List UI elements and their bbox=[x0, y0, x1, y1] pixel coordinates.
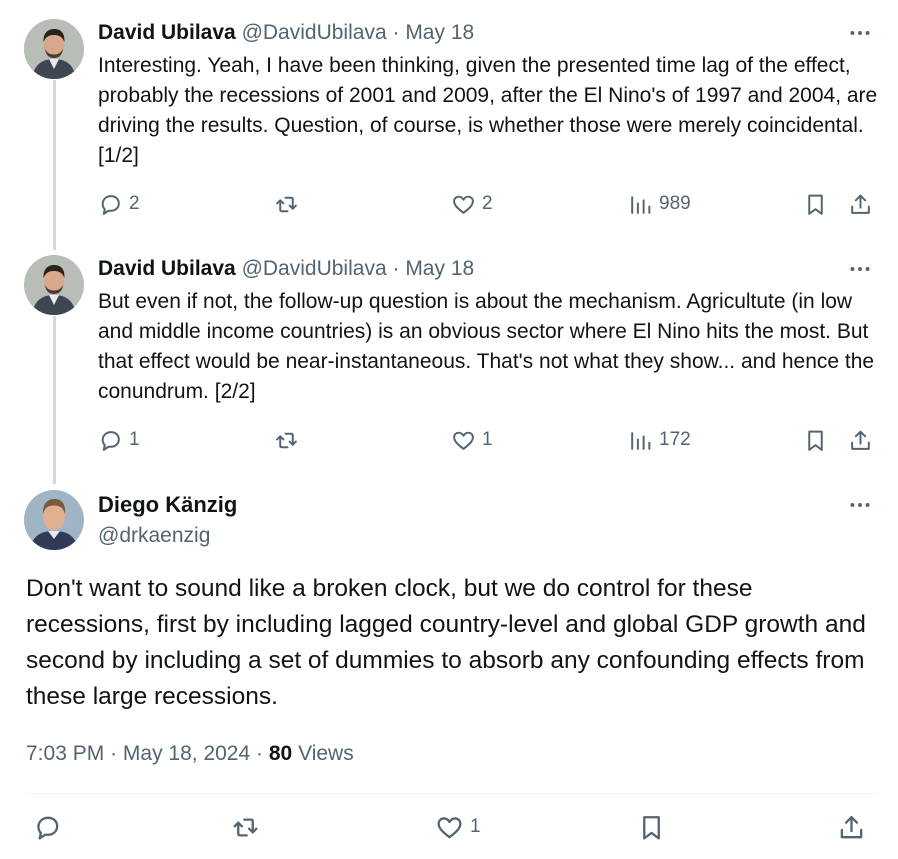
reply-count: 1 bbox=[129, 429, 140, 450]
share-button[interactable] bbox=[848, 425, 873, 455]
separator: · bbox=[392, 21, 400, 44]
main-tweet-text: Don't want to sound like a broken clock,… bbox=[26, 575, 866, 710]
like-count: 1 bbox=[482, 429, 493, 450]
tweet-time[interactable]: 7:03 PM bbox=[26, 742, 104, 765]
tweet-date[interactable]: May 18 bbox=[405, 257, 474, 280]
heart-icon bbox=[437, 816, 462, 838]
share-icon bbox=[851, 430, 870, 450]
like-count: 2 bbox=[482, 193, 493, 214]
more-dots-icon bbox=[850, 503, 870, 507]
reply-button[interactable]: 2 bbox=[98, 189, 140, 219]
reply-button[interactable]: 1 bbox=[98, 425, 140, 455]
share-icon bbox=[851, 194, 870, 214]
views-chart-icon bbox=[631, 431, 651, 450]
tweet-text: But even if not, the follow-up question … bbox=[98, 290, 875, 403]
retweet-button[interactable] bbox=[274, 189, 299, 219]
more-button[interactable] bbox=[846, 491, 874, 519]
views-chart-icon bbox=[631, 195, 651, 214]
separator: · bbox=[392, 257, 400, 280]
author-name[interactable]: David Ubilava bbox=[98, 257, 236, 280]
like-count: 1 bbox=[470, 816, 481, 837]
retweet-button[interactable] bbox=[231, 812, 260, 842]
retweet-icon bbox=[276, 432, 297, 448]
views-label: Views bbox=[298, 742, 354, 765]
tweet-header: David Ubilava @DavidUbilava · May 18 bbox=[98, 255, 474, 283]
like-button[interactable]: 1 bbox=[435, 812, 481, 842]
views-count: 989 bbox=[659, 193, 691, 214]
views-button[interactable]: 989 bbox=[628, 189, 691, 219]
separator: · bbox=[110, 742, 118, 765]
avatar[interactable] bbox=[24, 255, 84, 315]
tweet-header: David Ubilava @DavidUbilava · May 18 bbox=[98, 19, 474, 47]
bookmark-icon bbox=[643, 815, 660, 840]
share-button[interactable] bbox=[848, 189, 873, 219]
tweet-text: Interesting. Yeah, I have been thinking,… bbox=[98, 54, 878, 167]
more-dots-icon bbox=[850, 31, 870, 35]
retweet-icon bbox=[233, 817, 258, 837]
like-button[interactable]: 1 bbox=[451, 425, 493, 455]
author-handle[interactable]: @drkaenzig bbox=[98, 521, 210, 551]
avatar[interactable] bbox=[24, 19, 84, 79]
author-handle[interactable]: @DavidUbilava bbox=[242, 21, 387, 44]
heart-icon bbox=[453, 431, 474, 450]
tweet-actions: 2 2 989 bbox=[98, 189, 880, 219]
reply-icon bbox=[101, 430, 120, 451]
author-handle[interactable]: @DavidUbilava bbox=[242, 257, 387, 280]
more-dots-icon bbox=[850, 267, 870, 271]
divider bbox=[26, 793, 876, 794]
reply-button[interactable] bbox=[33, 812, 62, 842]
bookmark-button[interactable] bbox=[803, 189, 828, 219]
heart-icon bbox=[453, 195, 474, 214]
author-name[interactable]: Diego Känzig bbox=[98, 490, 237, 520]
reply-count: 2 bbox=[129, 193, 140, 214]
separator: · bbox=[256, 742, 264, 765]
retweet-button[interactable] bbox=[274, 425, 299, 455]
tweet-actions: 1 1 172 bbox=[98, 425, 880, 455]
retweet-icon bbox=[276, 196, 297, 212]
more-button[interactable] bbox=[846, 255, 874, 283]
bookmark-button[interactable] bbox=[637, 812, 666, 842]
thread-tweet-1[interactable]: David Ubilava @DavidUbilava · May 18 Int… bbox=[0, 19, 898, 229]
views-count: 80 bbox=[268, 742, 293, 765]
more-button[interactable] bbox=[846, 19, 874, 47]
reply-icon bbox=[37, 816, 59, 840]
tweet-date[interactable]: May 18 bbox=[405, 21, 474, 44]
avatar[interactable] bbox=[24, 490, 84, 550]
reply-icon bbox=[101, 194, 120, 215]
views-button[interactable]: 172 bbox=[628, 425, 691, 455]
bookmark-icon bbox=[808, 430, 823, 451]
bookmark-button[interactable] bbox=[803, 425, 828, 455]
like-button[interactable]: 2 bbox=[451, 189, 493, 219]
main-tweet-actions: 1 bbox=[26, 812, 876, 846]
share-icon bbox=[840, 815, 863, 838]
author-name[interactable]: David Ubilava bbox=[98, 21, 236, 44]
share-button[interactable] bbox=[837, 812, 866, 842]
tweet-meta: 7:03 PM · May 18, 2024 · 80 Views bbox=[26, 739, 354, 769]
views-count: 172 bbox=[659, 429, 691, 450]
thread-tweet-2[interactable]: David Ubilava @DavidUbilava · May 18 But… bbox=[0, 255, 898, 465]
bookmark-icon bbox=[808, 194, 823, 215]
tweet-date[interactable]: May 18, 2024 bbox=[123, 742, 250, 765]
